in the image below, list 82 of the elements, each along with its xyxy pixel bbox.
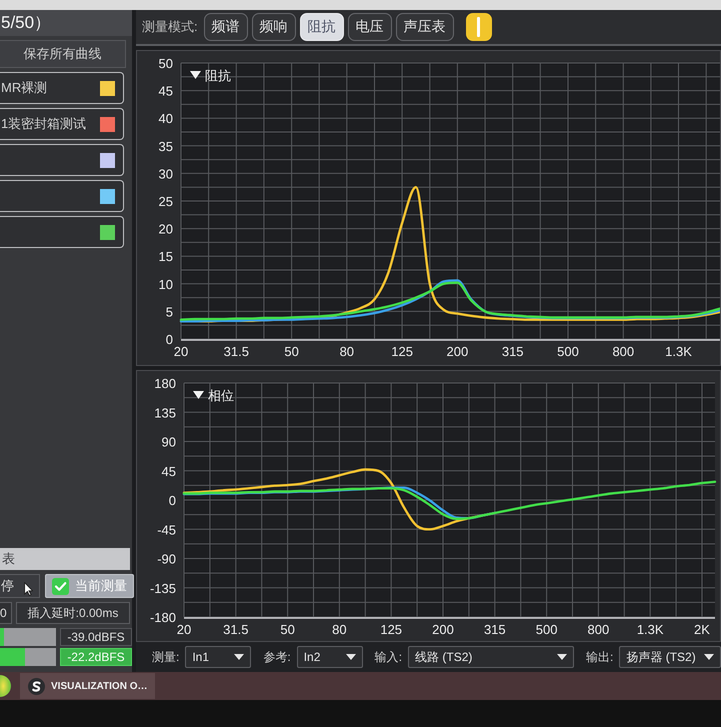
curve-item[interactable] — [0, 216, 124, 248]
x-tick-label: 200 — [432, 622, 454, 637]
x-tick-label: 315 — [502, 344, 524, 359]
chart-title: 阻抗 — [205, 68, 231, 83]
x-tick-label: 800 — [612, 344, 634, 359]
save-all-curves-button[interactable]: 保存所有曲线 — [0, 40, 126, 68]
y-tick-label: 0 — [168, 493, 176, 508]
caret-icon — [704, 654, 714, 660]
curve-item[interactable] — [0, 180, 124, 212]
pause-button[interactable]: 停 — [0, 574, 40, 598]
y-tick-label: 10 — [158, 276, 173, 292]
mode-tab[interactable]: 频谱 — [204, 13, 248, 41]
y-tick-label: 45 — [158, 84, 173, 99]
y-tick-label: -45 — [157, 522, 176, 538]
curve-item[interactable] — [0, 144, 124, 176]
triangle-icon[interactable] — [193, 391, 204, 399]
x-tick-label: 200 — [446, 344, 468, 359]
x-tick-label: 800 — [588, 622, 610, 637]
x-tick-label: 125 — [380, 622, 402, 637]
y-tick-label: -180 — [150, 610, 176, 625]
mode-tab[interactable]: 阻抗 — [300, 13, 344, 41]
mode-tab[interactable]: 电压 — [348, 13, 392, 41]
x-tick-label: 315 — [484, 622, 506, 637]
x-tick-label: 31.5 — [224, 344, 249, 359]
delay-field[interactable]: 插入延时:0.00ms — [16, 602, 130, 624]
x-tick-label: 1.3K — [636, 622, 664, 637]
panel-header: 表 — [0, 548, 130, 570]
y-tick-label: 35 — [158, 138, 173, 154]
y-tick-label: 0 — [166, 332, 173, 347]
chart-title: 相位 — [208, 388, 234, 403]
taskbar-item[interactable]: VISUALIZATION O… — [20, 673, 156, 699]
x-tick-label: 1.3K — [665, 344, 692, 359]
x-tick-label: 500 — [536, 622, 558, 637]
curve-item[interactable]: 1装密封箱测试 — [0, 108, 124, 140]
level-reading: -22.2dBFS — [60, 648, 132, 666]
y-tick-label: 40 — [158, 111, 173, 126]
value-field[interactable]: 0 — [0, 602, 12, 624]
y-tick-label: -90 — [157, 552, 176, 566]
y-tick-label: 45 — [162, 464, 176, 479]
mode-tab[interactable]: 声压表 — [396, 13, 454, 41]
channel-dropdown[interactable]: 扬声器 (TS2) — [619, 646, 721, 668]
x-tick-label: 500 — [557, 344, 579, 359]
x-tick-label: 125 — [391, 344, 413, 359]
channel-dropdown[interactable]: In1 — [185, 646, 252, 668]
panel-title: 5/50） — [0, 10, 132, 36]
triangle-icon[interactable] — [190, 71, 201, 79]
selector-label: 参考: — [263, 648, 291, 666]
x-tick-label: 80 — [332, 622, 347, 637]
selector-label: 输入: — [374, 648, 402, 666]
x-tick-label: 50 — [280, 622, 295, 637]
round-app-icon[interactable] — [0, 675, 12, 697]
y-tick-label: 90 — [162, 434, 176, 450]
caret-icon — [557, 654, 568, 660]
y-tick-label: 15 — [158, 249, 173, 264]
y-tick-label: 50 — [158, 56, 173, 71]
y-tick-label: -135 — [150, 580, 176, 596]
cursor-button[interactable] — [466, 13, 492, 41]
x-tick-label: 31.5 — [223, 622, 248, 637]
y-tick-label: 25 — [158, 194, 173, 209]
caret-icon — [234, 654, 244, 660]
x-tick-label: 80 — [340, 344, 354, 359]
channel-dropdown[interactable]: In2 — [296, 646, 363, 668]
caret-icon — [346, 654, 356, 660]
x-tick-label: 2K — [694, 622, 710, 637]
y-tick-label: 20 — [158, 222, 173, 237]
y-tick-label: 30 — [158, 166, 173, 182]
x-tick-label: 20 — [174, 344, 188, 359]
channel-dropdown[interactable]: 线路 (TS2) — [408, 646, 574, 668]
mode-label: 测量模式: — [142, 18, 198, 36]
mode-tab[interactable]: 频响 — [252, 13, 296, 41]
y-tick-label: 180 — [154, 376, 176, 391]
vertical-line-icon — [477, 17, 480, 37]
y-tick-label: 5 — [166, 304, 173, 320]
level-reading: -39.0dBFS — [60, 628, 132, 646]
y-tick-label: 135 — [154, 405, 176, 420]
curve-item[interactable]: MR裸测 — [0, 72, 124, 104]
selector-label: 测量: — [152, 648, 180, 666]
x-tick-label: 50 — [284, 344, 299, 359]
x-tick-label: 20 — [176, 622, 192, 637]
app-logo-icon — [28, 678, 45, 694]
mouse-pointer-icon — [24, 582, 33, 596]
selector-label: 输出: — [586, 648, 614, 666]
